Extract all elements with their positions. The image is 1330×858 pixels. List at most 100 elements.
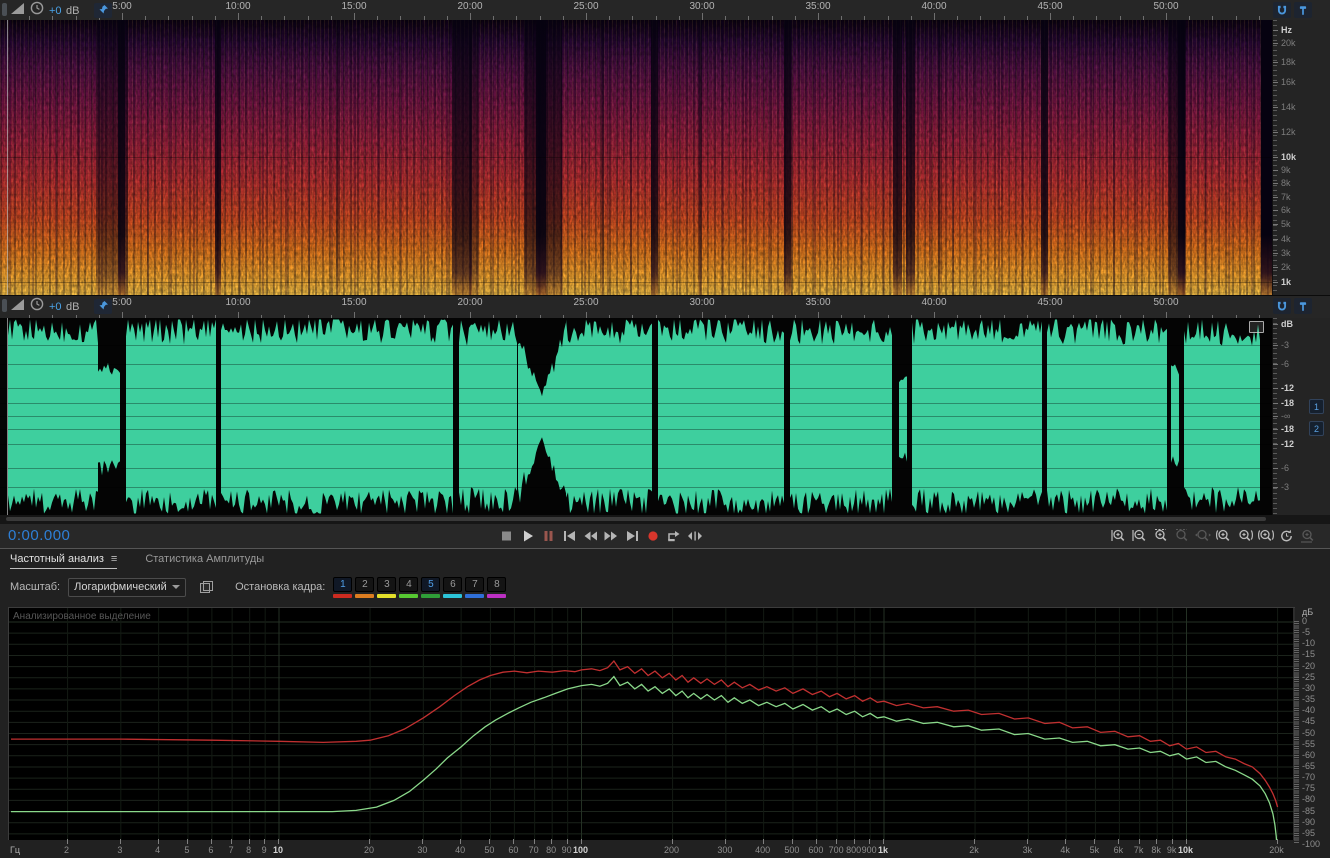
scale-tick xyxy=(1273,444,1278,445)
waveform-gridline xyxy=(0,468,1272,469)
time-tick-label: 10:00 xyxy=(225,297,251,308)
frequency-analysis-plot[interactable]: Анализированное выделение xyxy=(8,607,1295,846)
frequency-tick-label: 7k xyxy=(1281,192,1291,202)
snap-magnet-button[interactable] xyxy=(1273,2,1291,18)
zoom-in-time-button[interactable] xyxy=(1110,527,1128,545)
x-axis-tick-label: 100 xyxy=(572,845,589,855)
amplitude-tick-label: dB xyxy=(1281,319,1293,329)
channel-2-badge[interactable]: 2 xyxy=(1309,421,1324,436)
time-tick xyxy=(470,13,471,20)
hold-frame-button-8[interactable]: 8 xyxy=(487,576,507,598)
time-tick-label: 50:00 xyxy=(1153,1,1179,12)
zoom-to-selection-button[interactable] xyxy=(1152,527,1170,545)
skip-to-start-button[interactable] xyxy=(560,527,578,545)
hold-frame-button-6[interactable]: 6 xyxy=(443,576,463,598)
scale-tick xyxy=(1273,210,1278,211)
x-axis-tick xyxy=(1171,839,1173,844)
fast-forward-button[interactable] xyxy=(602,527,620,545)
time-tick-label: 30:00 xyxy=(689,1,715,12)
amplitude-scale[interactable]: 1 2 dB -3 -6 -12 -18 -∞ -18 -12 -6 -3 xyxy=(1272,318,1330,515)
tab-amplitude-statistics[interactable]: Статистика Амплитуды xyxy=(145,553,264,569)
loop-playback-button[interactable] xyxy=(665,527,683,545)
waveform-gridline xyxy=(0,487,1272,488)
play-button[interactable] xyxy=(518,527,536,545)
channel-1-badge[interactable]: 1 xyxy=(1309,399,1324,414)
timeline-ticks[interactable]: 5:00 10:00 15:00 20:00 25:00 30:00 35:00 40:00 4… xyxy=(0,296,1272,319)
zoom-selection-amplitude-button[interactable] xyxy=(1194,527,1212,545)
panel-menu-icon[interactable]: ≡ xyxy=(111,553,117,565)
reset-zoom-button[interactable] xyxy=(1278,527,1296,545)
hold-frame-button-4[interactable]: 4 xyxy=(399,576,419,598)
frequency-tick-label: 6k xyxy=(1281,205,1291,215)
record-button[interactable] xyxy=(644,527,662,545)
timeline-ruler-spectral[interactable]: +0 dB 5:00 10:00 15:00 20:00 25:00 30:00 35:00… xyxy=(0,0,1330,21)
zoom-navigator-bar[interactable] xyxy=(6,517,1266,521)
frequency-tick-label: 14k xyxy=(1281,102,1296,112)
scale-dropdown[interactable]: Логарифмический xyxy=(68,577,187,597)
x-axis-tick xyxy=(1156,839,1158,844)
zoom-in-right-edge-button[interactable] xyxy=(1236,527,1254,545)
playhead-line xyxy=(7,318,8,515)
hold-frame-button-5[interactable]: 5 xyxy=(421,576,441,598)
y-axis-tick-label: -25 xyxy=(1302,671,1316,682)
frequency-tick-label: 4k xyxy=(1281,234,1291,244)
hold-frame-number: 8 xyxy=(487,576,507,592)
pin-button[interactable] xyxy=(94,2,113,18)
x-axis-tick xyxy=(489,839,491,844)
y-axis-tick-label: -65 xyxy=(1302,760,1316,771)
hold-frame-button-3[interactable]: 3 xyxy=(377,576,397,598)
zoom-selection-time-button[interactable] xyxy=(1173,527,1191,545)
spectrogram-display[interactable] xyxy=(0,20,1272,295)
skip-selection-button[interactable] xyxy=(686,527,704,545)
tab-frequency-analysis[interactable]: Частотный анализ ≡ xyxy=(10,553,118,569)
time-tick xyxy=(586,13,587,20)
scale-tick xyxy=(1273,183,1278,184)
gain-value[interactable]: +0 xyxy=(49,301,62,313)
stop-button[interactable] xyxy=(497,527,515,545)
snap-magnet-button[interactable] xyxy=(1273,298,1291,314)
amplitude-tick-label: -18 xyxy=(1281,424,1295,434)
hold-frame-number: 1 xyxy=(333,576,353,592)
skip-to-end-button[interactable] xyxy=(623,527,641,545)
rewind-button[interactable] xyxy=(581,527,599,545)
time-display[interactable]: 0:00.000 xyxy=(8,527,70,544)
scale-tick xyxy=(1273,43,1278,44)
x-axis-tick xyxy=(1185,839,1187,844)
copy-graph-button[interactable] xyxy=(200,581,214,593)
panel-corner-icon[interactable] xyxy=(1249,321,1264,333)
time-tick xyxy=(238,13,239,20)
zoom-in-left-edge-button[interactable] xyxy=(1215,527,1233,545)
timeline-ruler-waveform[interactable]: +0 dB 5:00 10:00 15:00 20:00 25:00 30:00 35:00… xyxy=(0,295,1330,320)
pin-button[interactable] xyxy=(94,298,113,314)
hold-frame-button-2[interactable]: 2 xyxy=(355,576,375,598)
gain-value[interactable]: +0 xyxy=(49,5,62,17)
time-tick-label: 45:00 xyxy=(1037,297,1063,308)
y-axis-tick-label: -55 xyxy=(1302,738,1316,749)
scale-label: Масштаб: xyxy=(10,581,61,593)
zoom-both-edges-button[interactable] xyxy=(1257,527,1275,545)
tab-label: Частотный анализ xyxy=(10,553,104,565)
zoom-amplitude-button[interactable] xyxy=(1299,527,1317,545)
hold-frame-number: 4 xyxy=(399,576,419,592)
waveform-gridline xyxy=(0,388,1272,389)
waveform-display[interactable] xyxy=(0,318,1272,515)
scale-tick xyxy=(1273,224,1278,225)
zoom-navigator[interactable] xyxy=(0,515,1330,524)
zoom-out-time-button[interactable] xyxy=(1131,527,1149,545)
marker-pin-button[interactable] xyxy=(1294,298,1312,314)
frequency-scale[interactable]: Hz 20k 18k 16k 14k 12k 10k 9k 8k 7k 6k 5k 4k 3k 2k 1k xyxy=(1272,20,1330,295)
hold-frame-button-7[interactable]: 7 xyxy=(465,576,485,598)
y-axis-tick-label: -75 xyxy=(1302,783,1316,794)
x-axis-tick xyxy=(724,839,726,844)
pause-button[interactable] xyxy=(539,527,557,545)
timeline-ticks[interactable]: 5:00 10:00 15:00 20:00 25:00 30:00 35:00 40:00 4… xyxy=(0,0,1272,20)
clock-icon xyxy=(30,1,44,20)
y-axis-tick-label: -40 xyxy=(1302,705,1316,716)
marker-pin-button[interactable] xyxy=(1294,2,1312,18)
hold-frame-button-1[interactable]: 1 xyxy=(333,576,353,598)
time-tick xyxy=(934,13,935,20)
x-axis-tick xyxy=(853,839,855,844)
frequency-tick-label: Hz xyxy=(1281,25,1292,35)
x-axis-tick xyxy=(369,839,371,844)
scale-dropdown-value: Логарифмический xyxy=(74,581,167,593)
